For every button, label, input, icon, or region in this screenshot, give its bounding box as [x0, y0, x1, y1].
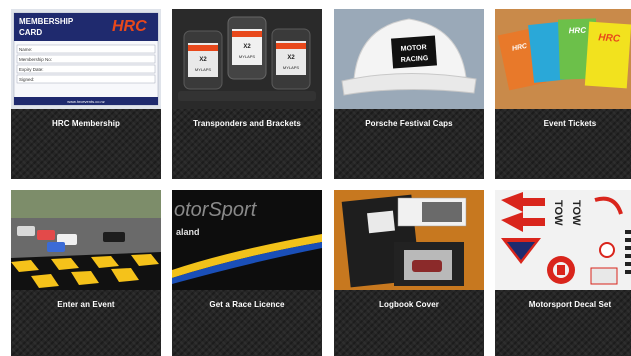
product-card-logbook-cover[interactable]: Logbook Cover — [334, 190, 484, 356]
race-photo-image — [11, 190, 161, 290]
svg-text:X2: X2 — [243, 44, 251, 50]
tickets-image: HRC HRC HRC — [495, 9, 631, 109]
svg-text:TOW: TOW — [570, 200, 582, 226]
product-card-event-tickets[interactable]: HRC HRC HRC Event Tickets — [495, 9, 631, 179]
ticket-brand: HRC — [598, 32, 621, 45]
product-label: Porsche Festival Caps — [365, 119, 453, 128]
product-label: Get a Race Licence — [209, 300, 285, 309]
product-card-enter-event[interactable]: Enter an Event — [11, 190, 161, 356]
product-card-hrc-membership[interactable]: MEMBERSHIP CARD HRC Name: Membership No:… — [11, 9, 161, 179]
device-label: MYLAPS — [239, 54, 256, 59]
licence-banner-image: otorSport aland — [172, 190, 322, 290]
banner-text: otorSport — [174, 199, 258, 221]
product-label: Motorsport Decal Set — [528, 300, 612, 309]
product-grid: MEMBERSHIP CARD HRC Name: Membership No:… — [0, 0, 631, 356]
cap-image: MOTOR RACING — [334, 9, 484, 109]
svg-text:MYLAPS: MYLAPS — [283, 65, 300, 70]
product-card-race-licence[interactable]: otorSport aland Get a Race Licence — [172, 190, 322, 356]
product-label: Event Tickets — [543, 119, 597, 128]
hrc-logo: HRC — [112, 18, 147, 35]
product-label: Enter an Event — [57, 300, 115, 309]
svg-text:X2: X2 — [287, 55, 295, 61]
svg-text:MYLAPS: MYLAPS — [195, 67, 212, 72]
product-card-porsche-caps[interactable]: MOTOR RACING Porsche Festival Caps — [334, 9, 484, 179]
membership-card-image: MEMBERSHIP CARD HRC Name: Membership No:… — [11, 9, 161, 109]
card-title-line2: CARD — [19, 28, 42, 37]
decal-text: TOW — [552, 200, 564, 226]
field-name: Name: — [19, 47, 32, 52]
field-signed: Signed: — [19, 77, 34, 82]
card-website: www.hrcevents.co.nz — [67, 99, 105, 104]
transponders-image: X2 MYLAPS X2 MYLAPS X2 MYLAPS — [172, 9, 322, 109]
product-label: Transponders and Brackets — [193, 119, 301, 128]
svg-text:HRC: HRC — [569, 26, 587, 36]
product-card-decal-set[interactable]: TOW TOW Motorsport Decal Set — [495, 190, 631, 356]
logbook-image — [334, 190, 484, 290]
product-card-transponders[interactable]: X2 MYLAPS X2 MYLAPS X2 MYLAPS Transponde… — [172, 9, 322, 179]
banner-subtext: aland — [176, 227, 200, 237]
field-expiry: Expiry Date: — [19, 67, 44, 72]
field-membership-no: Membership No: — [19, 57, 52, 62]
product-label: Logbook Cover — [379, 300, 439, 309]
product-label: HRC Membership — [51, 119, 121, 128]
card-title-line1: MEMBERSHIP — [19, 17, 74, 26]
decals-image: TOW TOW — [495, 190, 631, 290]
svg-text:X2: X2 — [199, 57, 207, 63]
